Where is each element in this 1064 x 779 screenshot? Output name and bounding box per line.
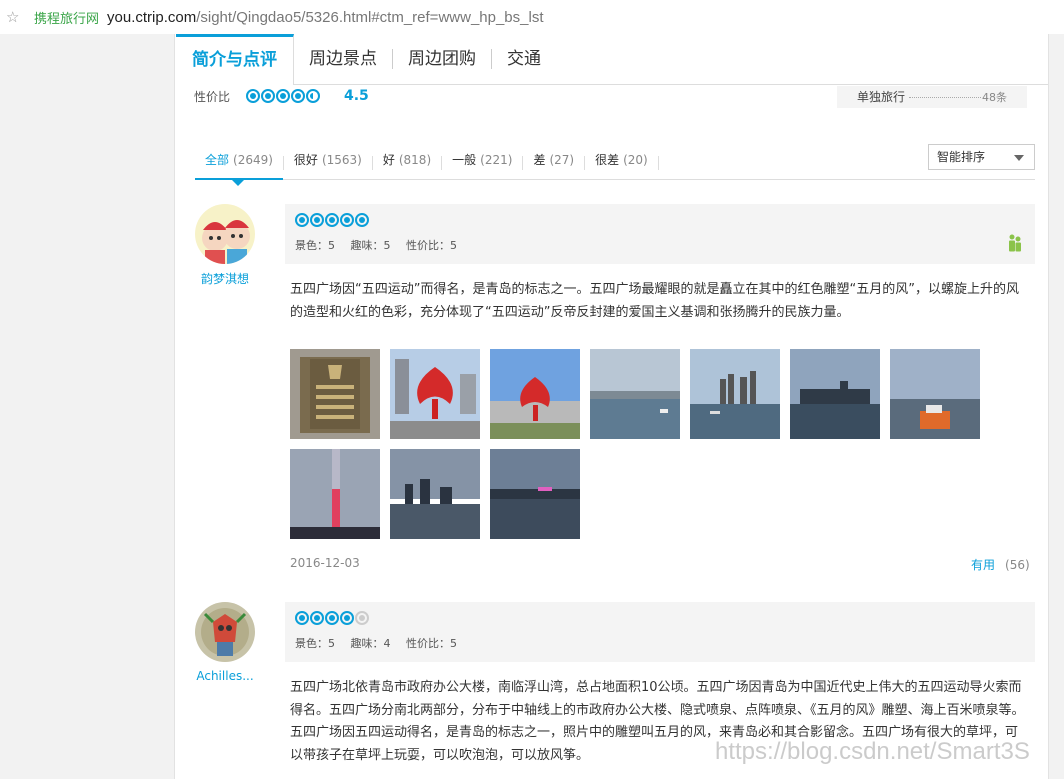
review-rating-dots xyxy=(295,611,369,625)
score-scenery: 景色：5 xyxy=(295,239,335,252)
filter-label: 好 xyxy=(382,152,395,167)
tab-intro-reviews[interactable]: 简介与点评 xyxy=(176,33,294,85)
avatar[interactable] xyxy=(195,204,255,264)
score-fun: 趣味：5 xyxy=(350,239,391,252)
site-label: 携程旅行网 xyxy=(34,11,100,27)
review-rating-box: 景色：5 趣味：5 性价比：5 xyxy=(285,204,1035,264)
review-username[interactable]: 韵梦淇想 xyxy=(185,270,265,287)
rating-dot-icon xyxy=(295,611,309,625)
review-photo[interactable] xyxy=(590,349,680,439)
filter-count: (221) xyxy=(480,152,513,167)
filter-count: (2649) xyxy=(233,152,273,167)
rating-dots xyxy=(246,89,320,103)
sort-select[interactable]: 智能排序 xyxy=(928,144,1035,170)
rating-dot-icon xyxy=(246,89,260,103)
useful-vote: 有用 (56) xyxy=(971,556,1030,573)
rating-dot-icon xyxy=(310,611,324,625)
review-rating-box: 景色：5 趣味：4 性价比：5 xyxy=(285,602,1035,662)
rating-dot-icon xyxy=(276,89,290,103)
filter-count: (27) xyxy=(549,152,575,167)
review-photo[interactable] xyxy=(290,349,380,439)
chevron-down-icon xyxy=(1014,155,1024,161)
rating-dot-icon xyxy=(325,213,339,227)
review-photos xyxy=(290,349,980,539)
filter-average[interactable]: 一般 (221) xyxy=(442,146,522,180)
travel-with-friends-icon xyxy=(1009,234,1021,252)
travel-type-count: 48条 xyxy=(982,91,1007,104)
filter-label: 很差 xyxy=(595,152,620,167)
filter-count: (20) xyxy=(623,152,648,167)
bookmark-star-icon[interactable]: ☆ xyxy=(6,8,26,26)
review-photo[interactable] xyxy=(690,349,780,439)
score-fun: 趣味：4 xyxy=(350,637,391,650)
url-host: you.ctrip.com xyxy=(107,8,197,26)
filter-very-poor[interactable]: 很差 (20) xyxy=(585,146,658,180)
review-username[interactable]: Achilles... xyxy=(185,669,265,683)
useful-button[interactable]: 有用 xyxy=(971,558,995,572)
rating-dot-icon xyxy=(340,213,354,227)
score-value: 性价比：5 xyxy=(406,239,457,252)
review-photo[interactable] xyxy=(490,449,580,539)
travel-type-label: 单独旅行 xyxy=(857,90,906,104)
useful-count: (56) xyxy=(1005,558,1030,572)
travel-type-stat[interactable]: 单独旅行 48条 xyxy=(837,86,1027,108)
address-bar[interactable]: ☆ 携程旅行网 you.ctrip.com/sight/Qingdao5/532… xyxy=(0,0,1064,34)
tab-nearby-deals[interactable]: 周边团购 xyxy=(393,34,491,85)
review-photo[interactable] xyxy=(390,349,480,439)
sort-selected-value: 智能排序 xyxy=(937,150,986,164)
url-text[interactable]: you.ctrip.com/sight/Qingdao5/5326.html#c… xyxy=(107,9,543,26)
rating-dot-icon xyxy=(310,213,324,227)
filter-poor[interactable]: 差 (27) xyxy=(523,146,584,180)
review-photo[interactable] xyxy=(490,349,580,439)
rating-dot-icon xyxy=(291,89,305,103)
review-photo[interactable] xyxy=(890,349,980,439)
review-photo[interactable] xyxy=(290,449,380,539)
filter-count: (818) xyxy=(398,152,432,167)
filter-count: (1563) xyxy=(321,152,362,167)
filter-good[interactable]: 好 (818) xyxy=(373,146,441,180)
score-scenery: 景色：5 xyxy=(295,637,335,650)
filter-all[interactable]: 全部 (2649) xyxy=(195,146,283,186)
rating-dot-icon xyxy=(295,213,309,227)
tab-nearby-sights[interactable]: 周边景点 xyxy=(294,34,392,85)
watermark: https://blog.csdn.net/Smart3S xyxy=(715,738,1030,765)
tab-transport[interactable]: 交通 xyxy=(492,34,556,85)
review-sub-scores: 景色：5 趣味：5 性价比：5 xyxy=(295,237,469,253)
filter-very-good[interactable]: 很好 (1563) xyxy=(284,146,372,180)
rating-dot-icon xyxy=(340,611,354,625)
left-gutter xyxy=(0,34,175,779)
url-path: /sight/Qingdao5/5326.html#ctm_ref=www_hp… xyxy=(196,8,544,26)
rating-dot-icon xyxy=(261,89,275,103)
review-date: 2016-12-03 xyxy=(290,556,360,570)
rating-dot-icon xyxy=(355,213,369,227)
avatar[interactable] xyxy=(195,602,255,662)
rating-dot-icon xyxy=(325,611,339,625)
review-text: 五四广场因“五四运动”而得名，是青岛的标志之一。五四广场最耀眼的就是矗立在其中的… xyxy=(290,282,1019,320)
review-photo[interactable] xyxy=(790,349,880,439)
filter-label: 一般 xyxy=(452,152,477,167)
review-filter-bar: 全部 (2649) 很好 (1563) 好 (818) 一般 (221) 差 (27) 很… xyxy=(195,146,1035,186)
score-value: 性价比：5 xyxy=(406,637,457,650)
section-tabs: 简介与点评 周边景点 周边团购 交通 xyxy=(176,33,1048,85)
filter-label: 差 xyxy=(533,152,546,167)
filter-label: 很好 xyxy=(293,152,318,167)
rating-empty-dot-icon xyxy=(355,611,369,625)
filter-label: 全部 xyxy=(205,152,230,167)
filter-divider xyxy=(657,155,659,170)
right-gutter xyxy=(1048,34,1064,779)
dotted-leader xyxy=(909,97,981,98)
rating-half-dot-icon xyxy=(306,89,320,103)
value-rating-label: 性价比 xyxy=(194,90,231,104)
review-photo[interactable] xyxy=(390,449,480,539)
value-rating-score: 4.5 xyxy=(344,88,369,104)
review-sub-scores: 景色：5 趣味：4 性价比：5 xyxy=(295,635,469,651)
review-rating-dots xyxy=(295,213,369,227)
